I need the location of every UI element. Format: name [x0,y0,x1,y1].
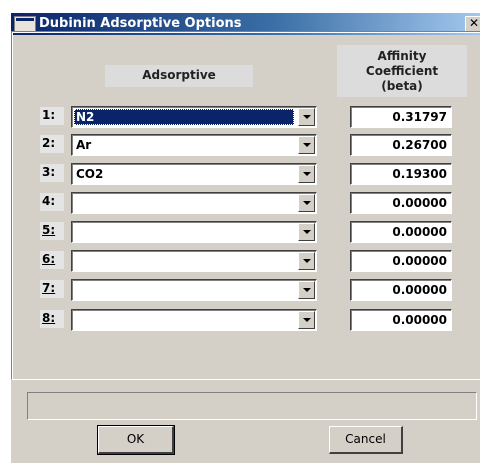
adsorptive-value-7 [74,282,294,298]
adsorptive-value-8 [74,312,294,328]
coefficient-field-8[interactable]: 0.00000 [350,309,452,331]
adsorptive-select-1[interactable]: N2 [71,106,317,128]
coefficient-field-3[interactable]: 0.19300 [350,163,452,185]
adsorptive-select-2[interactable]: Ar [71,134,317,156]
chevron-down-icon[interactable] [298,311,315,329]
adsorptive-value-6 [74,253,294,269]
ok-button[interactable]: OK [97,425,175,455]
coefficient-field-5[interactable]: 0.00000 [350,221,452,243]
adsorptive-select-8[interactable] [71,309,317,331]
adsorptive-header: Adsorptive [105,65,253,87]
coefficient-field-1[interactable]: 0.31797 [350,106,452,128]
row-label-2: 2: [40,135,64,153]
adsorptive-select-6[interactable] [71,250,317,272]
window-title: Dubinin Adsorptive Options [39,16,242,31]
coefficient-field-7[interactable]: 0.00000 [350,279,452,301]
row-label-8: 8: [40,310,64,328]
chevron-down-icon[interactable] [298,194,315,212]
adsorptive-value-2: Ar [76,138,92,152]
coefficient-field-4[interactable]: 0.00000 [350,192,452,214]
chevron-down-icon[interactable] [298,223,315,241]
chevron-down-icon[interactable] [298,108,315,126]
row-label-5: 5: [40,222,64,240]
cancel-button[interactable]: Cancel [329,426,403,454]
adsorptive-select-3[interactable]: CO2 [71,163,317,185]
row-label-7: 7: [40,280,64,298]
chevron-down-icon[interactable] [298,136,315,154]
row-label-1: 1: [40,107,64,125]
adsorptive-value-5 [74,224,294,240]
coefficient-field-2[interactable]: 0.26700 [350,134,452,156]
row-label-6: 6: [40,251,64,269]
chevron-down-icon[interactable] [298,281,315,299]
adsorptive-value-3: CO2 [76,167,104,181]
adsorptive-select-4[interactable] [71,192,317,214]
adsorptive-select-5[interactable] [71,221,317,243]
affinity-header: Affinity Coefficient (beta) [337,45,467,97]
row-label-4: 4: [40,193,64,211]
row-label-3: 3: [40,164,64,182]
adsorptive-select-7[interactable] [71,279,317,301]
adsorptive-value-1: N2 [74,109,294,125]
window-icon [14,16,36,32]
coefficient-field-6[interactable]: 0.00000 [350,250,452,272]
close-button[interactable]: ✕ [465,16,480,32]
adsorptive-value-4 [74,195,294,211]
status-bar [27,392,477,420]
chevron-down-icon[interactable] [298,252,315,270]
chevron-down-icon[interactable] [298,165,315,183]
